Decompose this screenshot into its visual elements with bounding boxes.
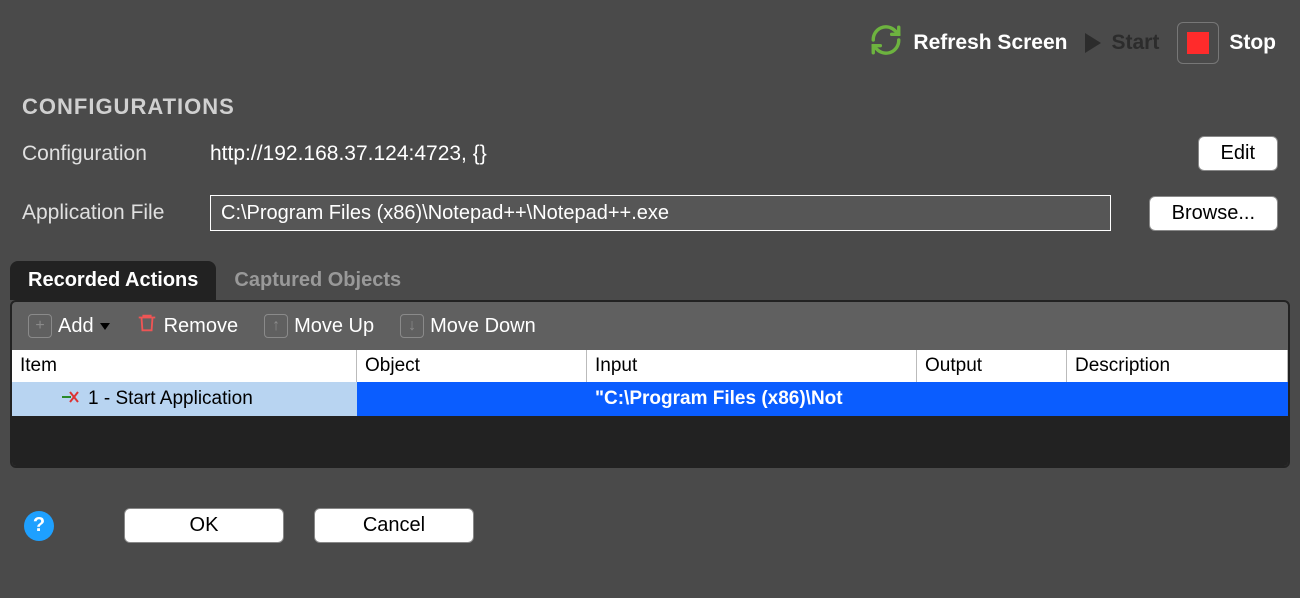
configurations-heading: CONFIGURATIONS xyxy=(0,76,1300,130)
cell-description xyxy=(1067,382,1288,416)
move-up-label: Move Up xyxy=(294,315,374,338)
panel-toolbar: + Add Remove ↑ Move Up ↓ Move Down xyxy=(12,302,1288,350)
application-file-label: Application File xyxy=(22,201,190,225)
stop-button[interactable]: Stop xyxy=(1177,22,1276,64)
cell-input: "C:\Program Files (x86)\Not xyxy=(587,382,917,416)
remove-label: Remove xyxy=(164,315,238,338)
tab-captured-objects[interactable]: Captured Objects xyxy=(216,261,419,300)
col-header-item[interactable]: Item xyxy=(12,350,357,382)
arrow-up-icon: ↑ xyxy=(264,314,288,338)
add-button[interactable]: + Add xyxy=(22,312,116,340)
action-icon xyxy=(62,388,80,410)
chevron-down-icon xyxy=(100,323,110,330)
help-button[interactable]: ? xyxy=(24,511,54,541)
table-empty-area xyxy=(12,416,1288,466)
edit-button[interactable]: Edit xyxy=(1198,136,1278,171)
refresh-label: Refresh Screen xyxy=(913,31,1067,55)
configuration-row: Configuration http://192.168.37.124:4723… xyxy=(0,130,1300,177)
start-label: Start xyxy=(1111,31,1159,55)
move-up-button[interactable]: ↑ Move Up xyxy=(258,312,380,340)
col-header-output[interactable]: Output xyxy=(917,350,1067,382)
trash-icon xyxy=(136,312,158,340)
add-label: Add xyxy=(58,315,94,338)
ok-button[interactable]: OK xyxy=(124,508,284,543)
play-icon xyxy=(1085,33,1101,53)
browse-button[interactable]: Browse... xyxy=(1149,196,1278,231)
cell-object xyxy=(357,382,587,416)
application-file-row: Application File Browse... xyxy=(0,189,1300,237)
col-header-object[interactable]: Object xyxy=(357,350,587,382)
move-down-button[interactable]: ↓ Move Down xyxy=(394,312,542,340)
refresh-screen-button[interactable]: Refresh Screen xyxy=(869,23,1067,63)
remove-button[interactable]: Remove xyxy=(130,310,244,342)
tab-recorded-actions[interactable]: Recorded Actions xyxy=(10,261,216,300)
col-header-input[interactable]: Input xyxy=(587,350,917,382)
table-header: Item Object Input Output Description xyxy=(12,350,1288,382)
application-file-input[interactable] xyxy=(210,195,1111,231)
start-button: Start xyxy=(1085,31,1159,55)
cell-item-text: 1 - Start Application xyxy=(88,388,253,410)
cell-output xyxy=(917,382,1067,416)
cancel-button[interactable]: Cancel xyxy=(314,508,474,543)
tabs-container: Recorded Actions Captured Objects + Add … xyxy=(10,261,1290,468)
col-header-description[interactable]: Description xyxy=(1067,350,1288,382)
configuration-value: http://192.168.37.124:4723, {} xyxy=(210,142,1178,166)
cell-item: 1 - Start Application xyxy=(12,382,357,416)
plus-icon: + xyxy=(28,314,52,338)
top-toolbar: Refresh Screen Start Stop xyxy=(0,0,1300,76)
recorded-actions-panel: + Add Remove ↑ Move Up ↓ Move Down Item … xyxy=(10,300,1290,468)
bottom-bar: ? OK Cancel xyxy=(0,468,1300,543)
tabs-header: Recorded Actions Captured Objects xyxy=(10,261,1290,300)
stop-label: Stop xyxy=(1229,31,1276,55)
arrow-down-icon: ↓ xyxy=(400,314,424,338)
refresh-icon xyxy=(869,23,903,63)
table-row[interactable]: 1 - Start Application "C:\Program Files … xyxy=(12,382,1288,416)
stop-icon xyxy=(1177,22,1219,64)
move-down-label: Move Down xyxy=(430,315,536,338)
configuration-label: Configuration xyxy=(22,142,190,166)
